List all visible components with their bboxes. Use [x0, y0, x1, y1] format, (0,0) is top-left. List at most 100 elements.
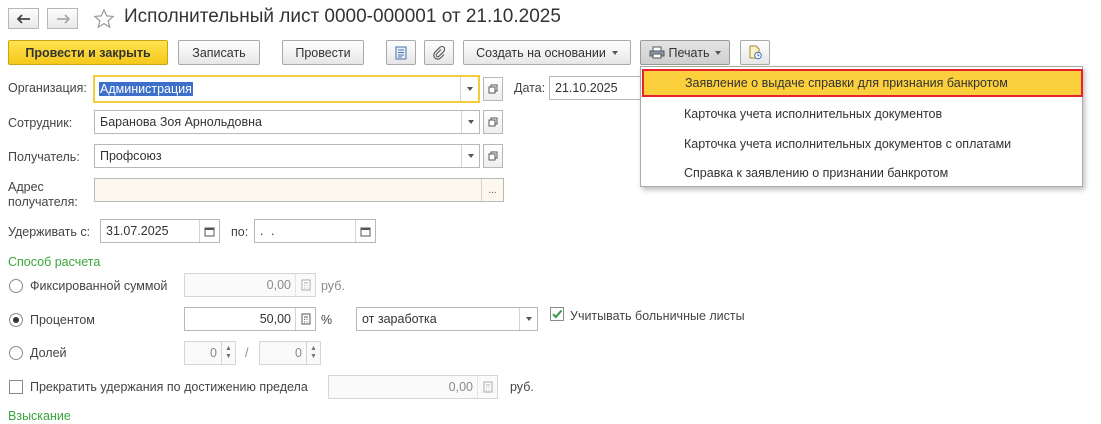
share-denominator-value: 0	[295, 346, 302, 360]
fixed-sum-field: 0,00	[184, 273, 316, 297]
settings-button[interactable]	[740, 40, 770, 65]
chevron-down-icon	[466, 87, 473, 91]
menu-item-bankruptcy-certificate-request[interactable]: Заявление о выдаче справки для признания…	[642, 69, 1083, 97]
print-label: Печать	[668, 45, 710, 60]
recipient-dropdown[interactable]	[461, 145, 479, 167]
report-button[interactable]	[386, 40, 416, 65]
post-and-close-button[interactable]: Провести и закрыть	[8, 40, 168, 65]
date-field[interactable]: 21.10.2025	[549, 76, 641, 100]
spinner-icon: ▲ ▼	[306, 342, 320, 364]
withhold-to-value: . .	[260, 224, 277, 238]
withhold-from-field[interactable]: 31.07.2025	[100, 219, 220, 243]
fixed-sum-radio[interactable]	[9, 279, 23, 293]
back-button[interactable]	[8, 8, 39, 29]
printer-icon	[649, 46, 665, 59]
open-window-icon	[488, 117, 498, 127]
calc-method-section: Способ расчета	[8, 255, 101, 269]
organization-value: Администрация	[99, 82, 193, 96]
organization-field[interactable]: Администрация	[93, 75, 480, 103]
percent-radio[interactable]	[9, 313, 23, 327]
document-clock-icon	[749, 45, 762, 60]
chevron-down-icon	[467, 154, 474, 158]
star-icon[interactable]	[93, 8, 115, 30]
menu-item-bankruptcy-certificate[interactable]: Справка к заявлению о признании банкрото…	[641, 158, 1082, 188]
calculator-icon	[483, 381, 492, 393]
withhold-from-label: Удерживать с:	[8, 225, 91, 239]
calculator-button	[477, 376, 497, 398]
share-numerator-value: 0	[210, 346, 217, 360]
spinner-icon: ▲ ▼	[221, 342, 235, 364]
address-select-button[interactable]: ...	[481, 179, 503, 201]
arrow-right-icon	[56, 13, 70, 24]
calculator-icon	[301, 279, 310, 291]
recipient-value: Профсоюз	[100, 149, 162, 163]
percent-sign: %	[321, 313, 333, 327]
create-based-on-button[interactable]: Создать на основании	[463, 40, 631, 65]
post-button[interactable]: Провести	[282, 40, 364, 65]
arrow-left-icon	[16, 13, 30, 24]
stop-limit-value: 0,00	[448, 380, 473, 394]
share-label: Долей	[30, 346, 67, 360]
share-separator: /	[245, 346, 249, 360]
to-label: по:	[231, 225, 249, 239]
percent-value: 50,00	[259, 312, 291, 326]
document-list-icon	[395, 46, 407, 59]
employee-dropdown[interactable]	[461, 111, 479, 133]
stop-limit-field: 0,00	[328, 375, 498, 399]
print-button[interactable]: Печать	[640, 40, 730, 65]
chevron-down-icon	[525, 317, 532, 321]
menu-item-exec-docs-card[interactable]: Карточка учета исполнительных документов	[641, 99, 1082, 129]
address-field[interactable]: ...	[94, 178, 504, 202]
stop-limit-label: Прекратить удержания по достижению преде…	[30, 380, 308, 394]
recipient-open-button[interactable]	[483, 144, 503, 168]
organization-dropdown[interactable]	[460, 77, 478, 101]
share-radio[interactable]	[9, 346, 23, 360]
chevron-down-icon	[467, 120, 474, 124]
calculator-button[interactable]	[295, 308, 315, 330]
recipient-field[interactable]: Профсоюз	[94, 144, 480, 168]
fixed-sum-rub: руб.	[321, 279, 345, 293]
percent-base-dropdown[interactable]	[519, 308, 537, 330]
attach-button[interactable]	[424, 40, 454, 65]
calendar-icon	[360, 227, 371, 236]
percent-base-value: от заработка	[362, 312, 437, 326]
calculator-button	[295, 274, 315, 296]
percent-label: Процентом	[30, 313, 95, 327]
save-button[interactable]: Записать	[178, 40, 260, 65]
employee-field[interactable]: Баранова Зоя Арнольдовна	[94, 110, 480, 134]
chevron-down-icon	[715, 50, 722, 55]
share-numerator-field: 0 ▲ ▼	[184, 341, 236, 365]
stop-limit-rub: руб.	[510, 380, 534, 394]
withhold-to-field[interactable]: . .	[254, 219, 376, 243]
address-label-line2: получателя:	[8, 195, 78, 209]
date-value: 21.10.2025	[555, 81, 618, 95]
collection-section: Взыскание	[8, 409, 71, 423]
share-denominator-field: 0 ▲ ▼	[259, 341, 321, 365]
recipient-label: Получатель:	[8, 150, 80, 164]
percent-field[interactable]: 50,00	[184, 307, 316, 331]
withhold-from-value: 31.07.2025	[106, 224, 169, 238]
open-window-icon	[488, 151, 498, 161]
checkmark-icon	[552, 309, 563, 319]
sick-leave-checkbox[interactable]	[550, 307, 564, 321]
calendar-button[interactable]	[355, 220, 375, 242]
date-label: Дата:	[514, 81, 546, 95]
percent-base-select[interactable]: от заработка	[356, 307, 538, 331]
stop-limit-checkbox[interactable]	[9, 380, 23, 394]
employee-open-button[interactable]	[483, 110, 503, 134]
calendar-button[interactable]	[199, 220, 219, 242]
chevron-down-icon	[611, 50, 618, 55]
fixed-sum-label: Фиксированной суммой	[30, 279, 168, 293]
organization-label: Организация:	[8, 81, 87, 95]
print-menu: Заявление о выдаче справки для признания…	[640, 66, 1083, 187]
menu-item-exec-docs-card-payments[interactable]: Карточка учета исполнительных документов…	[641, 129, 1082, 159]
employee-value: Баранова Зоя Арнольдовна	[100, 115, 262, 129]
calendar-icon	[204, 227, 215, 236]
employee-label: Сотрудник:	[8, 116, 73, 130]
open-window-icon	[488, 84, 498, 94]
create-based-on-label: Создать на основании	[476, 45, 606, 60]
calculator-icon	[301, 313, 310, 325]
organization-open-button[interactable]	[483, 77, 503, 101]
forward-button[interactable]	[47, 8, 78, 29]
page-title: Исполнительный лист 0000-000001 от 21.10…	[124, 6, 561, 27]
